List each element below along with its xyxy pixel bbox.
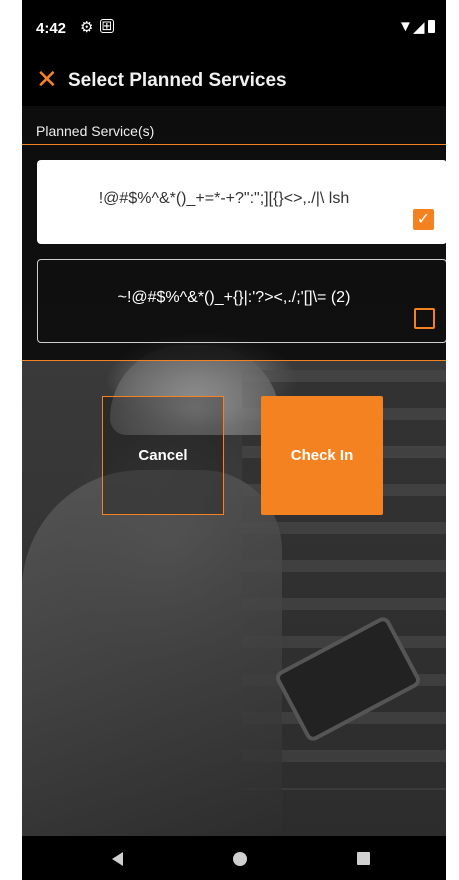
checkbox-unchecked[interactable] xyxy=(414,308,435,329)
service-name: !@#$%^&*()_+=*-+?":";][{}<>,./|\ lsh xyxy=(98,190,350,207)
section-divider xyxy=(22,144,446,145)
signal-icon: ◢ xyxy=(413,19,425,36)
service-item[interactable]: !@#$%^&*()_+=*-+?":";][{}<>,./|\ lsh ✓ xyxy=(37,160,446,244)
wifi-icon: ▼ xyxy=(398,18,413,35)
service-item[interactable]: ~!@#$%^&*()_+{}|:'?><,./;'[]\= (2) xyxy=(37,259,446,343)
background-worker xyxy=(22,470,282,840)
section-label: Planned Service(s) xyxy=(36,123,155,139)
battery-icon xyxy=(428,20,435,33)
home-icon[interactable] xyxy=(233,852,247,866)
app-bar: ✕ Select Planned Services xyxy=(22,56,446,106)
gear-icon: ⚙ xyxy=(80,19,94,36)
status-time: 4:42 xyxy=(36,20,67,37)
screenshot-icon: ⊞ xyxy=(100,18,114,33)
cancel-button[interactable]: Cancel xyxy=(102,396,224,515)
recents-icon[interactable] xyxy=(357,852,370,865)
phone-screen: 4:42 ⚙ ⊞ ▼ ◢ ✕ Select Planned Services P… xyxy=(22,0,446,880)
checkbox-checked[interactable]: ✓ xyxy=(413,209,434,230)
back-icon[interactable] xyxy=(112,852,123,866)
status-bar: 4:42 ⚙ ⊞ ▼ ◢ xyxy=(22,0,446,56)
planned-services-panel: Planned Service(s) !@#$%^&*()_+=*-+?":";… xyxy=(22,106,446,361)
close-icon[interactable]: ✕ xyxy=(36,64,58,94)
navigation-bar xyxy=(22,836,446,880)
service-name: ~!@#$%^&*()_+{}|:'?><,./;'[]\= (2) xyxy=(117,289,351,306)
check-in-button[interactable]: Check In xyxy=(261,396,383,515)
page-title: Select Planned Services xyxy=(68,70,287,91)
